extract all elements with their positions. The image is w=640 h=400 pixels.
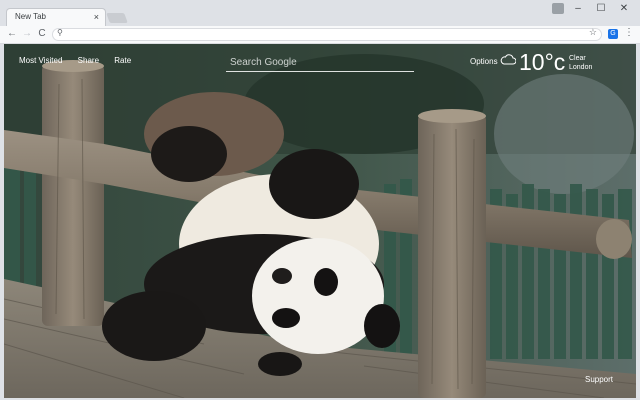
reload-button[interactable]: C bbox=[35, 27, 49, 41]
weather-city: London bbox=[569, 64, 593, 71]
back-button[interactable]: ← bbox=[5, 27, 19, 41]
close-window-button[interactable]: ✕ bbox=[614, 2, 634, 16]
search-icon: ⚲ bbox=[57, 28, 63, 37]
address-bar[interactable]: ⚲ ☆ bbox=[52, 27, 602, 41]
new-tab-button[interactable] bbox=[106, 13, 128, 23]
bookmark-star-icon[interactable]: ☆ bbox=[589, 27, 597, 38]
support-link[interactable]: Support bbox=[585, 375, 613, 384]
new-tab-page: Most Visited Share Rate Options 10°c Cle… bbox=[4, 44, 636, 398]
menu-icon[interactable]: ⋮ bbox=[624, 27, 634, 38]
options-link[interactable]: Options bbox=[470, 57, 498, 66]
top-links: Most Visited Share Rate bbox=[19, 56, 144, 65]
most-visited-link[interactable]: Most Visited bbox=[19, 56, 62, 65]
minimize-button[interactable]: – bbox=[568, 2, 588, 16]
title-bar: New Tab × – ☐ ✕ bbox=[0, 0, 640, 26]
forward-button[interactable]: → bbox=[20, 27, 34, 41]
temperature: 10°c bbox=[519, 49, 566, 75]
tab-close-icon[interactable]: × bbox=[94, 11, 99, 23]
rate-link[interactable]: Rate bbox=[114, 56, 131, 65]
weather-condition-text: Clear bbox=[569, 55, 586, 62]
tab-new-tab[interactable]: New Tab × bbox=[6, 8, 106, 26]
background-photo bbox=[4, 44, 636, 398]
maximize-button[interactable]: ☐ bbox=[591, 2, 611, 16]
search-input[interactable] bbox=[226, 54, 414, 72]
tab-title: New Tab bbox=[15, 12, 46, 21]
profile-icon[interactable] bbox=[552, 3, 564, 14]
share-link[interactable]: Share bbox=[78, 56, 99, 65]
browser-toolbar: ← → C ⚲ ☆ G ⋮ bbox=[0, 26, 640, 44]
weather-condition: Clear London bbox=[569, 54, 592, 72]
cloud-icon bbox=[500, 54, 516, 65]
extension-icon[interactable]: G bbox=[608, 29, 618, 39]
search-box bbox=[226, 54, 414, 74]
